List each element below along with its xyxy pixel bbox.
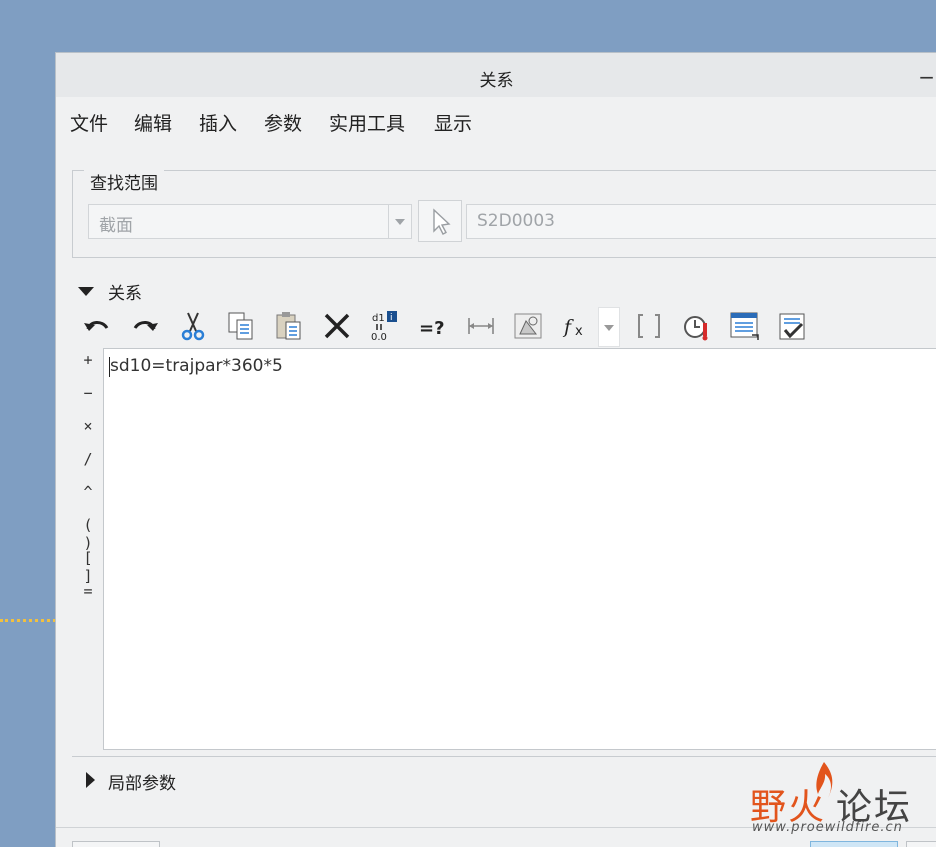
operator-power[interactable]: ^ [76,483,100,501]
relations-toolbar: d1 i 0.0 =? fx [78,307,898,347]
operator-minus[interactable]: − [76,384,100,402]
expand-triangle-icon [78,287,94,296]
check-icon[interactable] [776,309,810,343]
paste-icon[interactable] [272,309,306,343]
menu-edit[interactable]: 编辑 [134,109,172,136]
lookup-type-select[interactable]: 截面 [88,204,412,239]
dialog-title: 关系 [479,71,514,91]
sketch-dotted-line [0,619,56,622]
function-icon[interactable]: fx [560,309,594,343]
svg-text:i: i [390,313,393,323]
reference-value: S2D0003 [477,211,555,231]
relations-editor[interactable]: sd10=trajpar*360*5 [103,348,936,750]
forum-watermark: 野火 论坛 www.proewildfire.cn [748,760,928,842]
minimize-button[interactable]: − [918,67,935,87]
reference-field[interactable]: S2D0003 [466,204,936,239]
operator-parentheses[interactable]: ( ) [76,516,100,552]
divider [72,756,936,757]
menu-insert[interactable]: 插入 [199,109,237,136]
menu-bar: 文件 编辑 插入 参数 实用工具 显示 [56,103,936,139]
relations-text: sd10=trajpar*360*5 [110,356,283,376]
operator-divide[interactable]: / [76,450,100,468]
svg-text:x: x [575,324,583,339]
title-bar[interactable]: 关系 − [56,53,936,97]
lookup-label: 查找范围 [84,169,164,194]
collapse-triangle-icon [86,772,95,788]
menu-parameters[interactable]: 参数 [264,109,302,136]
watermark-url: www.proewildfire.cn [752,820,903,835]
relations-dialog: 关系 − 文件 编辑 插入 参数 实用工具 显示 查找范围 截面 S2D0003… [55,52,936,847]
cut-icon[interactable] [176,309,210,343]
operator-plus[interactable]: + [76,351,100,369]
delete-icon[interactable] [320,309,354,343]
sort-icon[interactable] [728,309,762,343]
function-dropdown[interactable] [598,307,620,347]
measure-icon[interactable] [512,309,546,343]
chevron-down-icon[interactable] [388,205,411,238]
menu-display[interactable]: 显示 [434,109,472,136]
operator-equals[interactable]: = [76,582,100,600]
brackets-icon[interactable] [632,309,666,343]
local-params-label: 局部参数 [108,774,176,794]
evaluate-icon[interactable]: =? [416,309,450,343]
lookup-type-value: 截面 [99,216,133,236]
copy-icon[interactable] [224,309,258,343]
cursor-arrow-icon [433,208,451,235]
operator-multiply[interactable]: × [76,417,100,435]
svg-text:=?: =? [419,318,445,339]
svg-text:d1: d1 [372,313,385,324]
svg-text:0.0: 0.0 [371,332,387,343]
menu-utilities[interactable]: 实用工具 [329,109,405,136]
switch-dims-icon[interactable]: d1 i 0.0 [368,309,402,343]
select-reference-button[interactable] [418,200,462,242]
verify-icon[interactable] [680,309,714,343]
undo-icon[interactable] [80,309,114,343]
menu-file[interactable]: 文件 [70,109,108,136]
relations-label: 关系 [108,284,142,304]
footer-button-left[interactable] [72,841,160,847]
svg-text:f: f [562,316,574,338]
dimension-icon[interactable] [464,309,498,343]
operator-brackets[interactable]: [ ] [76,549,100,585]
redo-icon[interactable] [128,309,162,343]
